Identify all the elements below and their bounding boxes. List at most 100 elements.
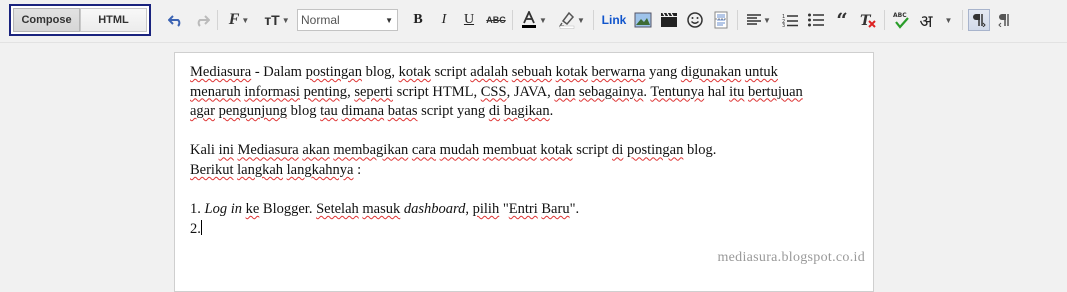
post-body[interactable]: Mediasura - Dalam postingan blog, kotak …: [190, 63, 850, 239]
word: tau: [320, 103, 338, 120]
text: blog,: [361, 64, 399, 80]
rtl-icon[interactable]: [994, 9, 1016, 31]
text-cursor: [200, 219, 202, 235]
bold-icon[interactable]: B: [410, 9, 426, 31]
word: ke: [245, 201, 260, 218]
word: batas: [387, 103, 418, 120]
word: Mediasura: [190, 64, 252, 80]
link-label: Link: [601, 13, 627, 27]
font-size-label: тT: [264, 12, 280, 28]
paragraph-1-line-2: menaruh informasi penting, seperti scrip…: [190, 83, 850, 103]
toolbar-divider: [962, 10, 963, 30]
word: penting: [303, 83, 348, 100]
word: seperti: [354, 83, 393, 100]
chevron-down-icon: ▼: [385, 16, 393, 25]
toolbar-divider: [737, 10, 738, 30]
link-button[interactable]: Link: [600, 9, 628, 31]
align-icon[interactable]: ▼: [744, 9, 774, 31]
text: yang: [645, 64, 681, 80]
text: Kali: [190, 142, 215, 159]
word: ini: [218, 142, 234, 159]
italic-icon[interactable]: I: [436, 9, 452, 31]
text: blog.: [683, 142, 717, 159]
transliterate-glyph: अ: [919, 11, 933, 31]
word: di: [488, 103, 501, 120]
toolbar-divider: [593, 10, 594, 30]
editor-toolbar: Compose HTML F ▼ тT ▼ Normal ▼ B I U ABC ▼…: [0, 0, 1067, 43]
step-1: 1. Log in ke Blogger. Setelah masuk dash…: [190, 200, 850, 220]
word: digunakan: [680, 64, 742, 80]
word: postingan: [305, 64, 362, 80]
toolbar-divider: [217, 10, 218, 30]
paragraph-2-line-2: Berikut langkah langkahnya :: [190, 161, 850, 181]
text: 1.: [190, 201, 205, 218]
transliterate-icon[interactable]: अ ▼: [916, 9, 956, 31]
word: dan: [554, 83, 576, 100]
word: sebagainya: [578, 83, 644, 100]
step-2: 2.: [190, 219, 850, 240]
font-family-icon[interactable]: F ▼: [224, 9, 254, 31]
toolbar-divider: [884, 10, 885, 30]
word: Setelah: [316, 201, 359, 218]
text: hal: [704, 83, 730, 100]
paragraph-format-select[interactable]: Normal ▼: [297, 9, 398, 31]
emoji-icon[interactable]: [684, 9, 706, 31]
word: pengunjung: [218, 103, 288, 120]
word: Mediasura: [237, 142, 299, 159]
text: blog: [287, 103, 321, 120]
undo-icon[interactable]: [166, 9, 186, 31]
jump-break-icon[interactable]: [710, 9, 732, 31]
post-editor[interactable]: Mediasura - Dalam postingan blog, kotak …: [174, 52, 874, 292]
text: script: [572, 142, 613, 159]
word: berwarna: [591, 64, 646, 80]
word: informasi: [244, 83, 300, 100]
word: masuk: [362, 201, 401, 218]
strikethrough-icon[interactable]: ABC: [485, 9, 507, 31]
image-icon[interactable]: [632, 9, 654, 31]
quote-icon[interactable]: “: [832, 8, 852, 32]
text: - Dalam: [251, 64, 306, 80]
ltr-icon[interactable]: [968, 9, 990, 31]
spell-check-icon[interactable]: ABC: [890, 9, 912, 31]
word: Entri: [508, 201, 538, 218]
emphasis: dashboard: [403, 201, 466, 218]
word: langkah: [237, 161, 284, 178]
word: kotak: [398, 64, 431, 80]
word: Tentunya: [650, 83, 705, 100]
word: untuk: [744, 64, 778, 80]
word: itu: [729, 83, 745, 100]
word: dimana: [341, 103, 385, 120]
word: menaruh: [190, 83, 241, 100]
font-size-icon[interactable]: тT ▼: [260, 9, 294, 31]
word: pilih: [472, 201, 500, 218]
word: akan: [302, 142, 330, 159]
mode-switch: Compose HTML: [9, 4, 151, 36]
clear-formatting-icon[interactable]: T: [858, 9, 878, 31]
compose-mode-button[interactable]: Compose: [13, 8, 80, 32]
video-icon[interactable]: [658, 9, 680, 31]
text: script: [430, 64, 471, 80]
word: kotak: [540, 142, 573, 159]
text: script yang: [417, 103, 489, 120]
text: ,: [465, 201, 473, 218]
html-mode-button[interactable]: HTML: [80, 8, 147, 32]
word: membagikan: [333, 142, 409, 159]
svg-text:ABC: ABC: [893, 12, 907, 19]
emphasis: Log in: [204, 201, 242, 218]
word: agar: [190, 103, 215, 120]
word: CSS: [480, 83, 507, 100]
text-color-icon[interactable]: ▼: [518, 9, 550, 31]
bulleted-list-icon[interactable]: [806, 9, 826, 31]
word: di: [612, 142, 624, 159]
underline-icon[interactable]: U: [461, 9, 477, 31]
redo-icon[interactable]: [192, 9, 212, 31]
word: sebuah: [511, 64, 553, 80]
text: 2.: [190, 220, 201, 237]
numbered-list-icon[interactable]: 123: [780, 9, 800, 31]
word: bagikan: [503, 103, 550, 120]
svg-text:3: 3: [782, 23, 785, 27]
word: adalah: [470, 64, 509, 80]
highlight-color-icon[interactable]: ▼: [556, 9, 588, 31]
